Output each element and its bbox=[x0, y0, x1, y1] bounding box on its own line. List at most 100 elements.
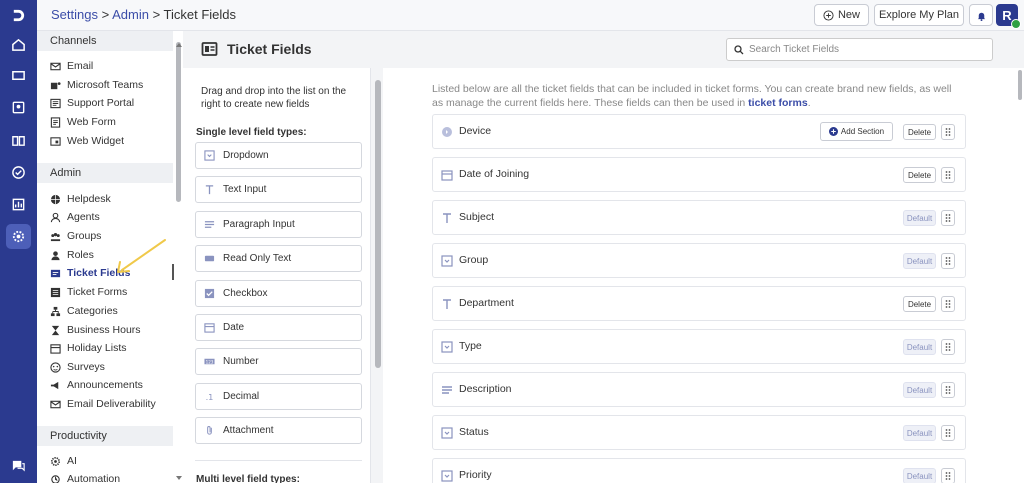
globe-icon bbox=[50, 194, 61, 204]
department-field-icon bbox=[443, 299, 451, 309]
annotation-arrow-icon bbox=[117, 239, 166, 273]
multi-level-title: Multi level field types: bbox=[196, 474, 300, 483]
roles-icon bbox=[51, 250, 60, 260]
field-row-device[interactable]: Device Add Section Delete bbox=[432, 114, 966, 149]
reports-icon[interactable] bbox=[6, 192, 31, 217]
delete-button[interactable]: Delete bbox=[903, 167, 936, 183]
delete-button[interactable]: Delete bbox=[903, 296, 936, 312]
scroll-up-icon[interactable] bbox=[175, 42, 183, 48]
sidebar-item-announcements[interactable]: Announcements bbox=[50, 377, 143, 393]
sidebar-item-web-widget[interactable]: Web Widget bbox=[50, 133, 124, 149]
svg-text:.1: .1 bbox=[206, 392, 214, 402]
scroll-down-icon[interactable] bbox=[175, 475, 183, 481]
palette-item-date[interactable]: Date bbox=[195, 314, 362, 341]
palette-item-paragraph-input[interactable]: Paragraph Input bbox=[195, 211, 362, 238]
field-name: Priority bbox=[459, 469, 492, 481]
field-row-status[interactable]: Status Default bbox=[432, 415, 966, 450]
bell-icon bbox=[977, 12, 985, 21]
sidebar-item-ticket-forms[interactable]: Ticket Forms bbox=[50, 284, 127, 300]
list-scrollbar[interactable] bbox=[1018, 70, 1022, 100]
field-row-type[interactable]: Type Default bbox=[432, 329, 966, 364]
sidebar-item-business-hours[interactable]: Business Hours bbox=[50, 322, 141, 338]
palette-item-checkbox[interactable]: Checkbox bbox=[195, 280, 362, 307]
sidebar-item-helpdesk[interactable]: Helpdesk bbox=[50, 191, 111, 207]
field-row-group[interactable]: Group Default bbox=[432, 243, 966, 278]
add-section-button[interactable]: Add Section bbox=[820, 122, 893, 141]
sidebar-item-surveys[interactable]: Surveys bbox=[50, 359, 105, 375]
sidebar-scrollbar[interactable] bbox=[176, 42, 181, 202]
status-field-icon bbox=[441, 427, 453, 439]
sidebar-item-holiday-lists[interactable]: Holiday Lists bbox=[50, 340, 127, 356]
palette-item-read-only-text[interactable]: Read Only Text bbox=[195, 245, 362, 272]
knowledge-base-icon[interactable] bbox=[6, 128, 31, 153]
breadcrumb-settings[interactable]: Settings bbox=[51, 7, 98, 22]
field-name: Subject bbox=[459, 211, 495, 223]
drag-handle[interactable] bbox=[941, 296, 955, 312]
drag-handle[interactable] bbox=[941, 468, 955, 483]
ticket-fields-icon bbox=[50, 269, 61, 277]
field-row-priority[interactable]: Priority Default bbox=[432, 458, 966, 483]
drag-handle[interactable] bbox=[941, 382, 955, 398]
breadcrumb-admin[interactable]: Admin bbox=[112, 7, 149, 22]
agent-icon bbox=[50, 212, 61, 222]
surveys-icon bbox=[50, 361, 61, 373]
field-row-date-of-joining[interactable]: Date of Joining Delete bbox=[432, 157, 966, 192]
sidebar-item-ai[interactable]: AI bbox=[50, 453, 77, 469]
search-input[interactable]: Search Ticket Fields bbox=[726, 38, 993, 61]
chat-icon[interactable] bbox=[6, 453, 31, 478]
drag-handle[interactable] bbox=[941, 167, 955, 183]
search-icon bbox=[734, 44, 744, 54]
drag-handle[interactable] bbox=[941, 253, 955, 269]
sidebar-item-support-portal[interactable]: Support Portal bbox=[50, 95, 134, 111]
palette-item-text-input[interactable]: Text Input bbox=[195, 176, 362, 203]
field-row-department[interactable]: Department Delete bbox=[432, 286, 966, 321]
date-icon bbox=[204, 323, 215, 333]
drag-handle[interactable] bbox=[941, 124, 955, 140]
sidebar-item-email-deliverability[interactable]: Email Deliverability bbox=[50, 396, 156, 412]
explore-plan-button[interactable]: Explore My Plan bbox=[874, 4, 964, 26]
sidebar-item-roles[interactable]: Roles bbox=[50, 247, 94, 263]
drag-handle[interactable] bbox=[941, 339, 955, 355]
svg-text:123: 123 bbox=[206, 359, 214, 364]
form-icon bbox=[50, 116, 61, 128]
default-badge: Default bbox=[903, 382, 936, 398]
sidebar-item-groups[interactable]: Groups bbox=[50, 228, 101, 244]
ticket-forms-link[interactable]: ticket forms bbox=[748, 97, 808, 109]
notifications-button[interactable] bbox=[969, 4, 993, 26]
palette-item-attachment[interactable]: Attachment bbox=[195, 417, 362, 444]
sidebar-item-web-form[interactable]: Web Form bbox=[50, 114, 116, 130]
text-input-icon bbox=[205, 185, 214, 195]
list-intro: Listed below are all the ticket fields t… bbox=[432, 83, 952, 109]
tasks-icon[interactable] bbox=[6, 160, 31, 185]
palette-item-dropdown[interactable]: Dropdown bbox=[195, 142, 362, 169]
sidebar-item-microsoft-teams[interactable]: Microsoft Teams bbox=[50, 77, 143, 93]
avatar[interactable]: R bbox=[996, 4, 1021, 29]
groups-icon bbox=[50, 232, 61, 241]
contacts-icon[interactable] bbox=[6, 95, 31, 120]
settings-icon[interactable] bbox=[6, 224, 31, 249]
checkbox-icon bbox=[204, 288, 215, 299]
palette-item-decimal[interactable]: .1 Decimal bbox=[195, 383, 362, 410]
home-icon[interactable] bbox=[6, 32, 31, 57]
palette-item-number[interactable]: 123 Number bbox=[195, 348, 362, 375]
new-button[interactable]: New bbox=[814, 4, 869, 26]
drag-handle-icon bbox=[945, 343, 951, 351]
drag-handle[interactable] bbox=[941, 210, 955, 226]
sidebar-item-automation[interactable]: Automation bbox=[50, 471, 120, 483]
delete-button[interactable]: Delete bbox=[903, 124, 936, 140]
field-row-description[interactable]: Description Default bbox=[432, 372, 966, 407]
palette-scrollbar[interactable] bbox=[375, 80, 381, 368]
breadcrumb: Settings > Admin > Ticket Fields bbox=[51, 7, 237, 22]
default-badge: Default bbox=[903, 210, 936, 226]
sidebar-item-email[interactable]: Email bbox=[50, 58, 93, 74]
sidebar-item-agents[interactable]: Agents bbox=[50, 209, 100, 225]
field-row-subject[interactable]: Subject Default bbox=[432, 200, 966, 235]
plus-circle-icon bbox=[823, 9, 834, 21]
sidebar-item-categories[interactable]: Categories bbox=[50, 303, 118, 319]
number-icon: 123 bbox=[204, 358, 215, 364]
tickets-icon[interactable] bbox=[6, 63, 31, 88]
deliverability-icon bbox=[50, 400, 61, 408]
logo-icon[interactable] bbox=[6, 3, 31, 28]
drag-handle[interactable] bbox=[941, 425, 955, 441]
drag-handle-icon bbox=[945, 429, 951, 437]
